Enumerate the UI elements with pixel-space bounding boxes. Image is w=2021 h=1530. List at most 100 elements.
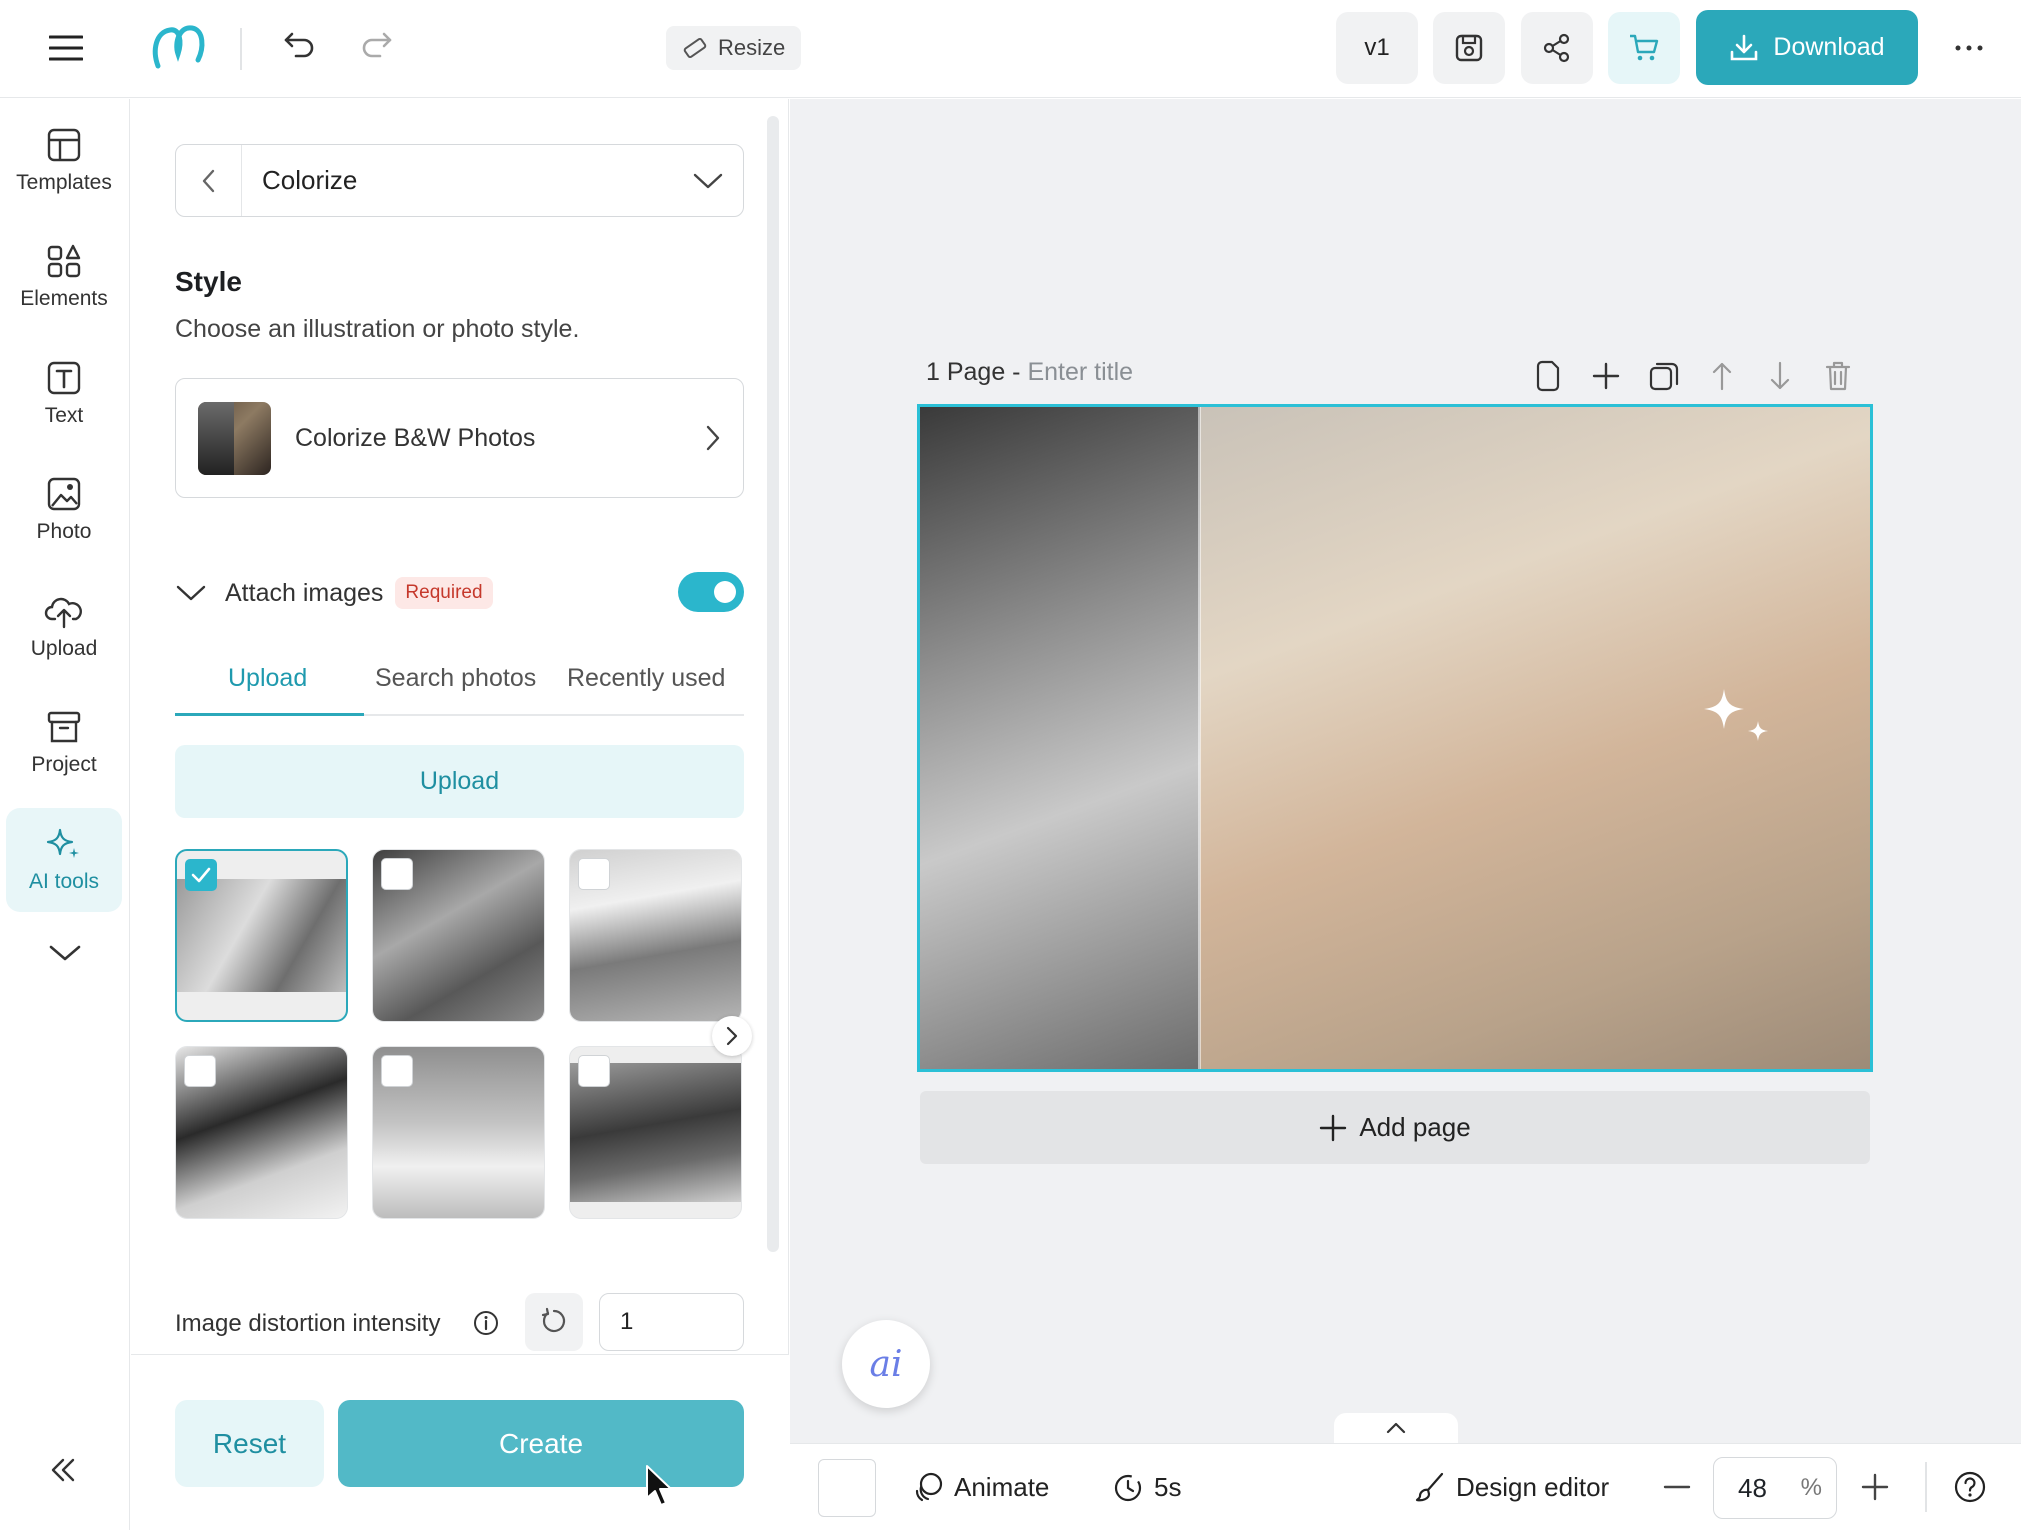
share-button[interactable] [1521, 12, 1593, 84]
timer-icon [1114, 1474, 1142, 1502]
app-logo-icon[interactable] [150, 22, 208, 72]
rail-label-upload: Upload [30, 637, 98, 660]
thumbnail-image [177, 879, 346, 992]
rail-item-photo[interactable]: Photo [6, 458, 122, 562]
expand-pages-button[interactable] [1334, 1413, 1458, 1443]
rail-item-ai-tools[interactable]: AI tools [6, 808, 122, 912]
page-title-input[interactable]: Enter title [1027, 358, 1133, 386]
shapes-icon [47, 244, 81, 278]
rail-more-chevron-icon[interactable] [48, 943, 82, 963]
save-button[interactable] [1433, 12, 1505, 84]
layout-icon [47, 128, 81, 162]
thumbnail-checkbox[interactable] [381, 858, 413, 890]
tool-select-dropdown[interactable]: Colorize [175, 144, 744, 217]
background-color-swatch[interactable] [818, 1459, 876, 1517]
photo-bw-half [920, 407, 1200, 1069]
image-thumbnail[interactable] [569, 849, 742, 1022]
create-button[interactable]: Create [338, 1400, 744, 1487]
download-icon [1731, 34, 1758, 60]
tab-search-photos[interactable]: Search photos [375, 664, 536, 693]
rail-item-upload[interactable]: Upload [6, 575, 122, 679]
rail-label-ai-tools: AI tools [28, 870, 100, 893]
zoom-in-button[interactable] [1860, 1466, 1890, 1508]
duplicate-page-icon[interactable] [1646, 358, 1682, 394]
image-thumbnail[interactable] [372, 1046, 545, 1219]
image-source-tabs: Upload Search photos Recently used [175, 656, 744, 716]
cloud-upload-icon [44, 597, 82, 629]
thumbnails-next-button[interactable] [712, 1016, 752, 1056]
ai-assistant-button[interactable]: ai [842, 1320, 930, 1408]
before-after-divider[interactable] [1198, 407, 1201, 1069]
download-button[interactable]: Download [1696, 10, 1918, 85]
distortion-input[interactable]: 1 [599, 1293, 744, 1351]
design-page[interactable] [917, 404, 1873, 1072]
style-picker[interactable]: Colorize B&W Photos [175, 378, 744, 498]
duration-label: 5s [1154, 1471, 1182, 1502]
toolbar-divider [240, 28, 242, 70]
chevron-up-icon [1386, 1422, 1406, 1434]
zoom-input[interactable]: 48 % [1713, 1457, 1837, 1519]
reset-value-button[interactable] [525, 1293, 583, 1351]
attach-collapse-chevron-icon[interactable] [175, 583, 207, 603]
rail-item-project[interactable]: Project [6, 691, 122, 795]
version-label: v1 [1364, 34, 1390, 61]
panel-scrollbar[interactable] [767, 116, 779, 1252]
page-notes-icon[interactable] [1530, 358, 1566, 394]
page-header: 1 Page - Enter title [926, 358, 1133, 387]
reset-button[interactable]: Reset [175, 1400, 324, 1487]
version-button[interactable]: v1 [1336, 12, 1418, 84]
duration-button[interactable]: 5s [1112, 1466, 1181, 1508]
image-thumbnail[interactable] [569, 1046, 742, 1219]
delete-page-icon[interactable] [1820, 358, 1856, 394]
collapse-panel-icon[interactable] [48, 1455, 78, 1485]
text-icon [47, 361, 81, 395]
attach-images-toggle[interactable] [678, 572, 744, 612]
thumbnail-checkbox[interactable] [185, 859, 217, 891]
cart-button[interactable] [1608, 12, 1680, 84]
move-page-up-icon[interactable] [1704, 358, 1740, 394]
menu-icon[interactable] [30, 12, 102, 84]
create-button-label: Create [498, 1427, 584, 1459]
cart-icon [1630, 34, 1659, 61]
thumbnail-checkbox[interactable] [578, 1055, 610, 1087]
image-thumbnail[interactable] [175, 849, 348, 1022]
undo-icon[interactable] [282, 28, 316, 62]
sparkle-decoration-icon [1698, 685, 1778, 755]
rail-item-templates[interactable]: Templates [6, 109, 122, 213]
animate-button[interactable]: Animate [912, 1466, 1049, 1508]
thumbnail-checkbox[interactable] [184, 1055, 216, 1087]
add-page-button[interactable]: Add page [920, 1091, 1870, 1164]
thumbnail-checkbox[interactable] [381, 1055, 413, 1087]
chevron-left-icon [202, 169, 214, 192]
required-badge: Required [395, 577, 493, 609]
page-label: 1 Page - [926, 358, 1021, 386]
image-thumbnail[interactable] [175, 1046, 348, 1219]
image-thumbnail[interactable] [372, 849, 545, 1022]
tab-upload[interactable]: Upload [228, 664, 307, 693]
tab-recently-used[interactable]: Recently used [567, 664, 725, 693]
upload-button[interactable]: Upload [175, 745, 744, 818]
active-tab-indicator [175, 713, 364, 716]
add-page-icon[interactable] [1588, 358, 1624, 394]
help-button[interactable] [1953, 1466, 1987, 1508]
plus-icon [1320, 1114, 1347, 1141]
info-icon[interactable] [473, 1310, 499, 1336]
move-page-down-icon[interactable] [1762, 358, 1798, 394]
sparkle-icon [46, 828, 79, 858]
share-icon [1543, 33, 1570, 63]
design-editor-button[interactable]: Design editor [1414, 1466, 1609, 1508]
more-options-icon[interactable] [1952, 36, 1986, 60]
redo-icon[interactable] [360, 28, 394, 62]
animate-label: Animate [954, 1471, 1050, 1502]
rail-item-elements[interactable]: Elements [6, 225, 122, 329]
back-button[interactable] [176, 145, 242, 216]
resize-label: Resize [718, 35, 786, 60]
left-rail: Templates Elements Text Photo Upload Pro… [0, 99, 130, 1530]
rail-label-photo: Photo [36, 520, 92, 543]
resize-button[interactable]: Resize [666, 26, 802, 70]
check-icon [191, 867, 211, 883]
rail-label-project: Project [31, 753, 97, 776]
zoom-out-button[interactable] [1662, 1466, 1692, 1508]
rail-item-text[interactable]: Text [6, 342, 122, 446]
thumbnail-checkbox[interactable] [578, 858, 610, 890]
